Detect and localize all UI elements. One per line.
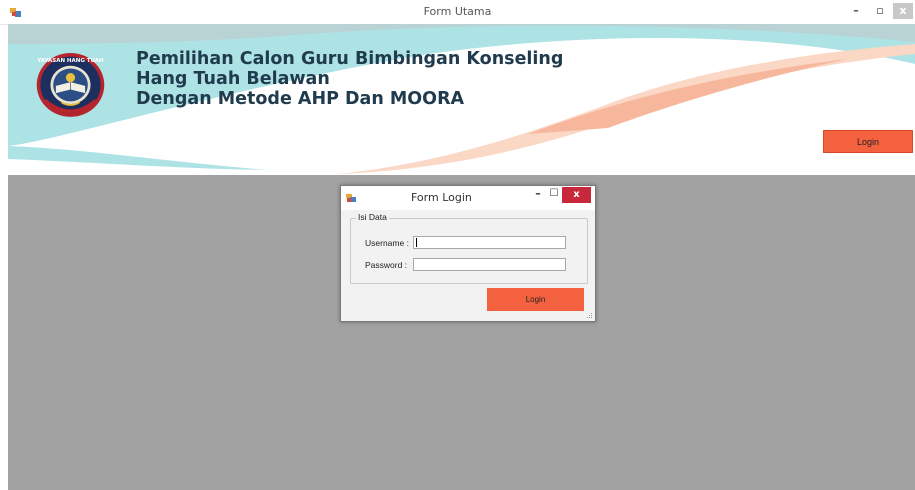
username-input[interactable] (413, 236, 566, 249)
svg-text:YAYASAN HANG TUAH: YAYASAN HANG TUAH (36, 58, 103, 64)
form-icon (346, 194, 356, 202)
password-label: Password : (365, 260, 408, 270)
school-logo: YAYASAN HANG TUAH (36, 52, 105, 117)
login-dialog-title: Form Login (411, 191, 472, 204)
text-caret (416, 238, 417, 247)
minimize-button[interactable]: – (846, 3, 866, 19)
banner-title: Pemilihan Calon Guru Bimbingan Konseling… (136, 49, 563, 109)
login-dialog-titlebar[interactable]: Form Login – ☐ x (341, 186, 595, 210)
group-label: Isi Data (356, 212, 389, 222)
dialog-close-button[interactable]: x (562, 187, 591, 203)
main-window: Form Utama – ▫ x YAYASAN HANG TUAH Pemil… (0, 0, 915, 490)
isi-data-group: Isi Data Username : Password : (350, 212, 588, 284)
dialog-maximize-button[interactable]: ☐ (547, 186, 561, 202)
window-title: Form Utama (423, 5, 492, 18)
username-label: Username : (365, 238, 409, 248)
close-button[interactable]: x (893, 3, 913, 19)
restore-button[interactable]: ▫ (870, 3, 890, 19)
banner-title-line-1: Pemilihan Calon Guru Bimbingan Konseling (136, 49, 564, 69)
main-titlebar: Form Utama – ▫ x (0, 0, 915, 25)
header-login-button[interactable]: Login (823, 130, 913, 153)
password-input[interactable] (413, 258, 566, 271)
dialog-login-button[interactable]: Login (487, 288, 584, 311)
banner-title-line-3: Dengan Metode AHP Dan MOORA (136, 89, 465, 109)
dialog-minimize-button[interactable]: – (531, 186, 545, 202)
resize-grip-icon[interactable] (586, 312, 593, 319)
header-banner: YAYASAN HANG TUAH Pemilihan Calon Guru B… (8, 24, 915, 175)
banner-title-line-2: Hang Tuah Belawan (136, 69, 330, 89)
login-dialog: Form Login – ☐ x Isi Data Username : Pas… (340, 185, 596, 322)
